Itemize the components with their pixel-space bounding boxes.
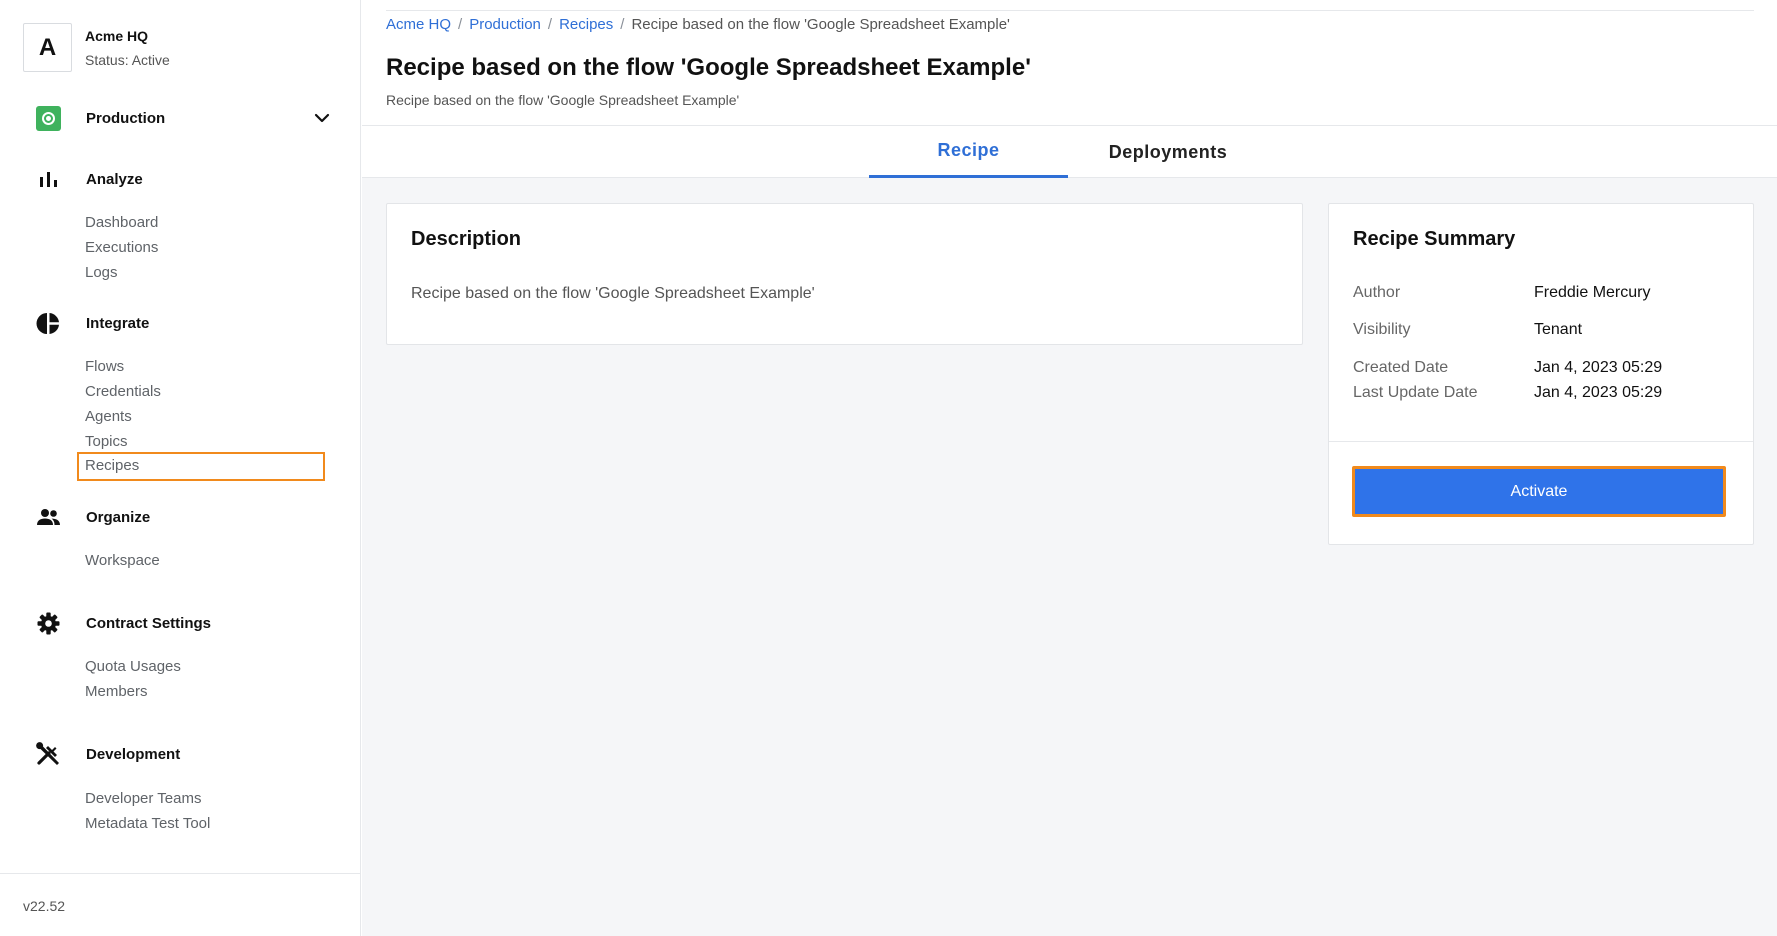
bar-chart-icon bbox=[40, 172, 57, 187]
page-subtitle: Recipe based on the flow 'Google Spreads… bbox=[386, 92, 740, 108]
sidebar-item-flows[interactable]: Flows bbox=[85, 357, 124, 377]
summary-value: Jan 4, 2023 05:29 bbox=[1534, 384, 1663, 401]
tab-bar: Recipe Deployments bbox=[362, 126, 1777, 178]
breadcrumb-recipes[interactable]: Recipes bbox=[559, 16, 613, 33]
summary-key: Last Update Date bbox=[1353, 384, 1478, 401]
header-divider bbox=[386, 10, 1754, 11]
sidebar-item-members[interactable]: Members bbox=[85, 682, 148, 702]
breadcrumb-production[interactable]: Production bbox=[469, 16, 541, 33]
tenant-status: Status: Active bbox=[85, 51, 170, 68]
summary-row-visibility: Visibility Tenant bbox=[1353, 321, 1582, 339]
environment-target-icon bbox=[36, 105, 61, 131]
section-contract-settings: Contract Settings bbox=[36, 611, 211, 636]
sidebar-item-credentials[interactable]: Credentials bbox=[85, 382, 161, 402]
description-card: Description Recipe based on the flow 'Go… bbox=[386, 203, 1303, 345]
pie-chart-icon bbox=[36, 313, 59, 334]
section-organize-label: Organize bbox=[86, 509, 151, 526]
description-title: Description bbox=[411, 228, 522, 250]
tools-icon bbox=[36, 742, 59, 765]
sidebar: A Acme HQ Status: Active Production Anal… bbox=[0, 0, 361, 936]
section-integrate: Integrate bbox=[36, 311, 149, 336]
gear-icon bbox=[37, 612, 60, 635]
people-icon bbox=[37, 509, 60, 525]
sidebar-item-logs[interactable]: Logs bbox=[85, 263, 118, 283]
recipe-summary-title: Recipe Summary bbox=[1353, 228, 1516, 250]
sidebar-item-workspace[interactable]: Workspace bbox=[85, 551, 160, 571]
summary-value: Tenant bbox=[1534, 321, 1583, 338]
tenant-name: Acme HQ bbox=[85, 27, 149, 44]
sidebar-item-metadata-test-tool[interactable]: Metadata Test Tool bbox=[85, 814, 210, 834]
summary-key: Created Date bbox=[1353, 359, 1449, 376]
tab-deployments[interactable]: Deployments bbox=[1068, 126, 1268, 178]
tenant-info: Acme HQ Status: Active bbox=[85, 27, 170, 69]
breadcrumb-current: Recipe based on the flow 'Google Spreads… bbox=[631, 16, 1010, 33]
chevron-down-icon[interactable] bbox=[312, 108, 332, 128]
breadcrumb-acme-hq[interactable]: Acme HQ bbox=[386, 16, 451, 33]
sidebar-item-recipes[interactable]: Recipes bbox=[77, 452, 325, 481]
section-analyze: Analyze bbox=[36, 167, 143, 192]
tenant-avatar: A bbox=[23, 23, 72, 72]
section-development: Development bbox=[36, 742, 180, 767]
sidebar-footer-divider bbox=[0, 873, 361, 874]
sidebar-item-topics[interactable]: Topics bbox=[85, 432, 128, 452]
sidebar-item-executions[interactable]: Executions bbox=[85, 238, 158, 258]
breadcrumb-separator: / bbox=[547, 16, 553, 33]
sidebar-item-quota-usages[interactable]: Quota Usages bbox=[85, 657, 181, 677]
sidebar-item-agents[interactable]: Agents bbox=[85, 407, 132, 427]
page-header: Acme HQ / Production / Recipes / Recipe … bbox=[362, 0, 1777, 126]
summary-value: Jan 4, 2023 05:29 bbox=[1534, 359, 1663, 376]
breadcrumb-separator: / bbox=[458, 16, 463, 33]
section-analyze-label: Analyze bbox=[86, 171, 143, 188]
summary-row-last-update-date: Last Update Date Jan 4, 2023 05:29 bbox=[1353, 384, 1662, 402]
description-text: Recipe based on the flow 'Google Spreads… bbox=[411, 285, 815, 302]
summary-row-author: Author Freddie Mercury bbox=[1353, 284, 1650, 302]
breadcrumb-separator: / bbox=[620, 16, 625, 33]
summary-key: Author bbox=[1353, 284, 1401, 301]
environment-label: Production bbox=[86, 109, 166, 127]
summary-value: Freddie Mercury bbox=[1534, 284, 1651, 301]
section-organize: Organize bbox=[36, 505, 150, 530]
sidebar-item-dashboard[interactable]: Dashboard bbox=[85, 213, 158, 233]
summary-key: Visibility bbox=[1353, 321, 1411, 338]
main-content: Acme HQ / Production / Recipes / Recipe … bbox=[362, 0, 1777, 936]
summary-row-created-date: Created Date Jan 4, 2023 05:29 bbox=[1353, 359, 1662, 377]
environment-selector[interactable]: Production bbox=[36, 105, 332, 131]
page-title: Recipe based on the flow 'Google Spreads… bbox=[386, 54, 1031, 81]
section-development-label: Development bbox=[86, 746, 181, 763]
tenant-switcher[interactable]: A Acme HQ Status: Active bbox=[23, 23, 170, 72]
section-integrate-label: Integrate bbox=[86, 315, 150, 332]
activate-button[interactable]: Activate bbox=[1352, 466, 1726, 517]
summary-divider bbox=[1329, 441, 1753, 442]
section-contract-settings-label: Contract Settings bbox=[86, 615, 212, 632]
tab-recipe[interactable]: Recipe bbox=[869, 126, 1068, 178]
version-label: v22.52 bbox=[23, 898, 66, 914]
sidebar-item-developer-teams[interactable]: Developer Teams bbox=[85, 789, 201, 809]
breadcrumb: Acme HQ / Production / Recipes / Recipe … bbox=[386, 16, 1010, 33]
app-root: A Acme HQ Status: Active Production Anal… bbox=[0, 0, 1777, 936]
recipe-summary-card: Recipe Summary Author Freddie Mercury Vi… bbox=[1328, 203, 1754, 545]
